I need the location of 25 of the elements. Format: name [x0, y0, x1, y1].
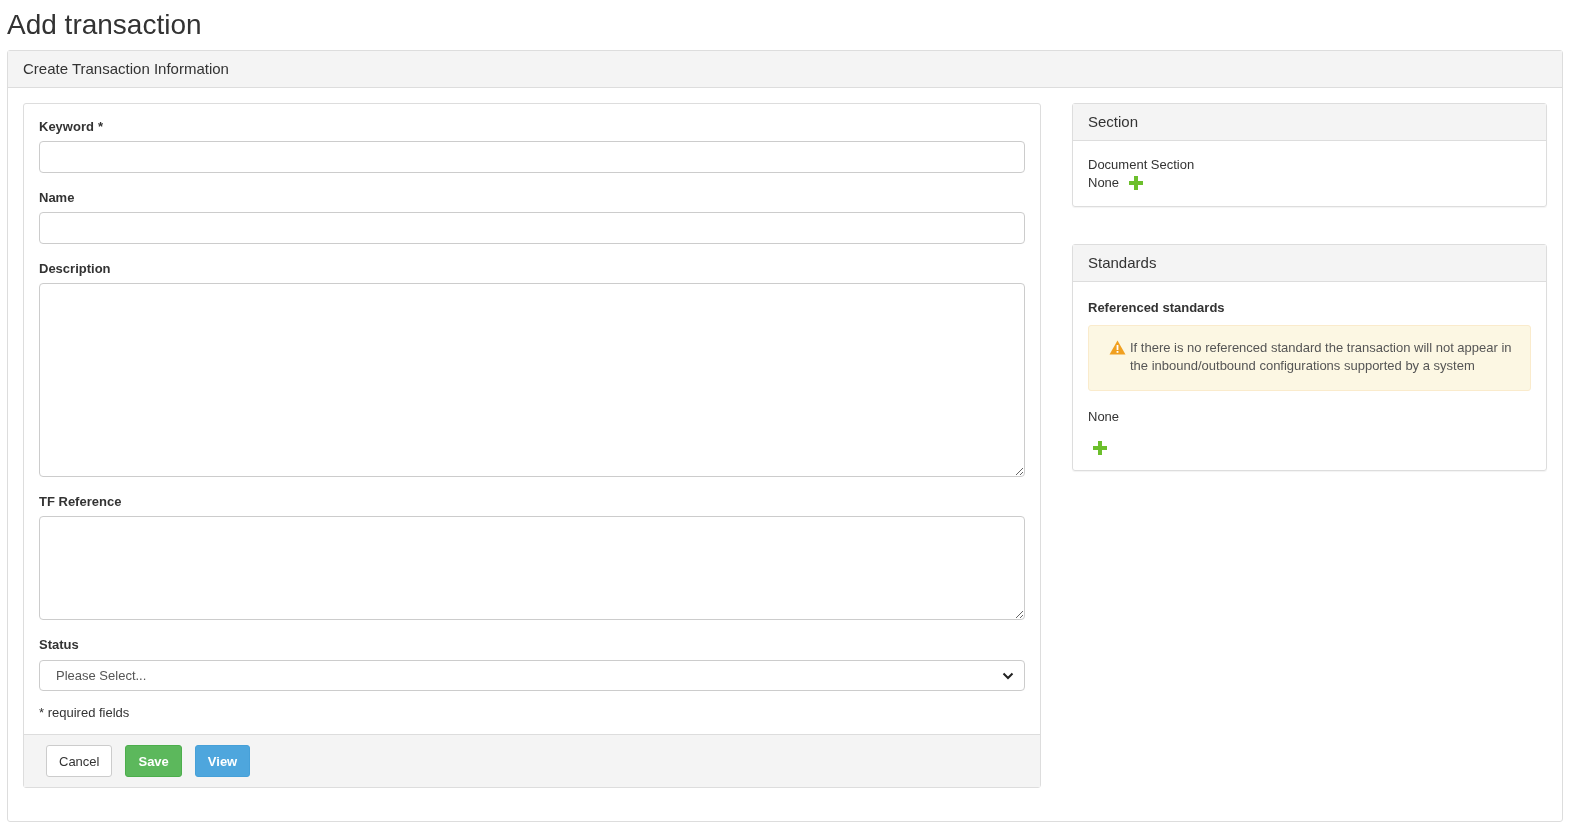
- warning-icon: [1109, 340, 1126, 355]
- text-area[interactable]: [39, 283, 1025, 477]
- section-label: Document Section: [1088, 156, 1196, 174]
- add-icon[interactable]: [1093, 441, 1107, 455]
- field-label: Description: [39, 260, 112, 278]
- standards-heading: Referenced standards: [1088, 299, 1226, 317]
- required-note: * required fields: [39, 705, 131, 720]
- standards-value: None: [1088, 408, 1121, 426]
- text-area[interactable]: [39, 516, 1025, 620]
- field-label: Keyword *: [39, 118, 104, 136]
- panel-title: Create Transaction Information: [8, 51, 1562, 88]
- chevron-down-icon: [1002, 671, 1014, 680]
- add-icon[interactable]: [1129, 176, 1144, 190]
- field-label: TF Reference: [39, 493, 123, 511]
- field-label: Status: [39, 636, 80, 654]
- page-title: Add transaction: [7, 8, 203, 42]
- warning-text: If there is no referenced standard the transaction will not appear in the inbound/outbound configurations supported by a system: [1130, 339, 1513, 375]
- text-field[interactable]: [39, 212, 1025, 244]
- card-title: Section: [1073, 104, 1546, 141]
- status-dropdown[interactable]: Please Select...: [39, 660, 1025, 691]
- action-button[interactable]: Cancel: [46, 745, 113, 777]
- text-field[interactable]: [39, 141, 1025, 173]
- field-label: Name: [39, 189, 76, 207]
- card-title: Standards: [1073, 245, 1546, 282]
- section-value: None: [1088, 174, 1120, 192]
